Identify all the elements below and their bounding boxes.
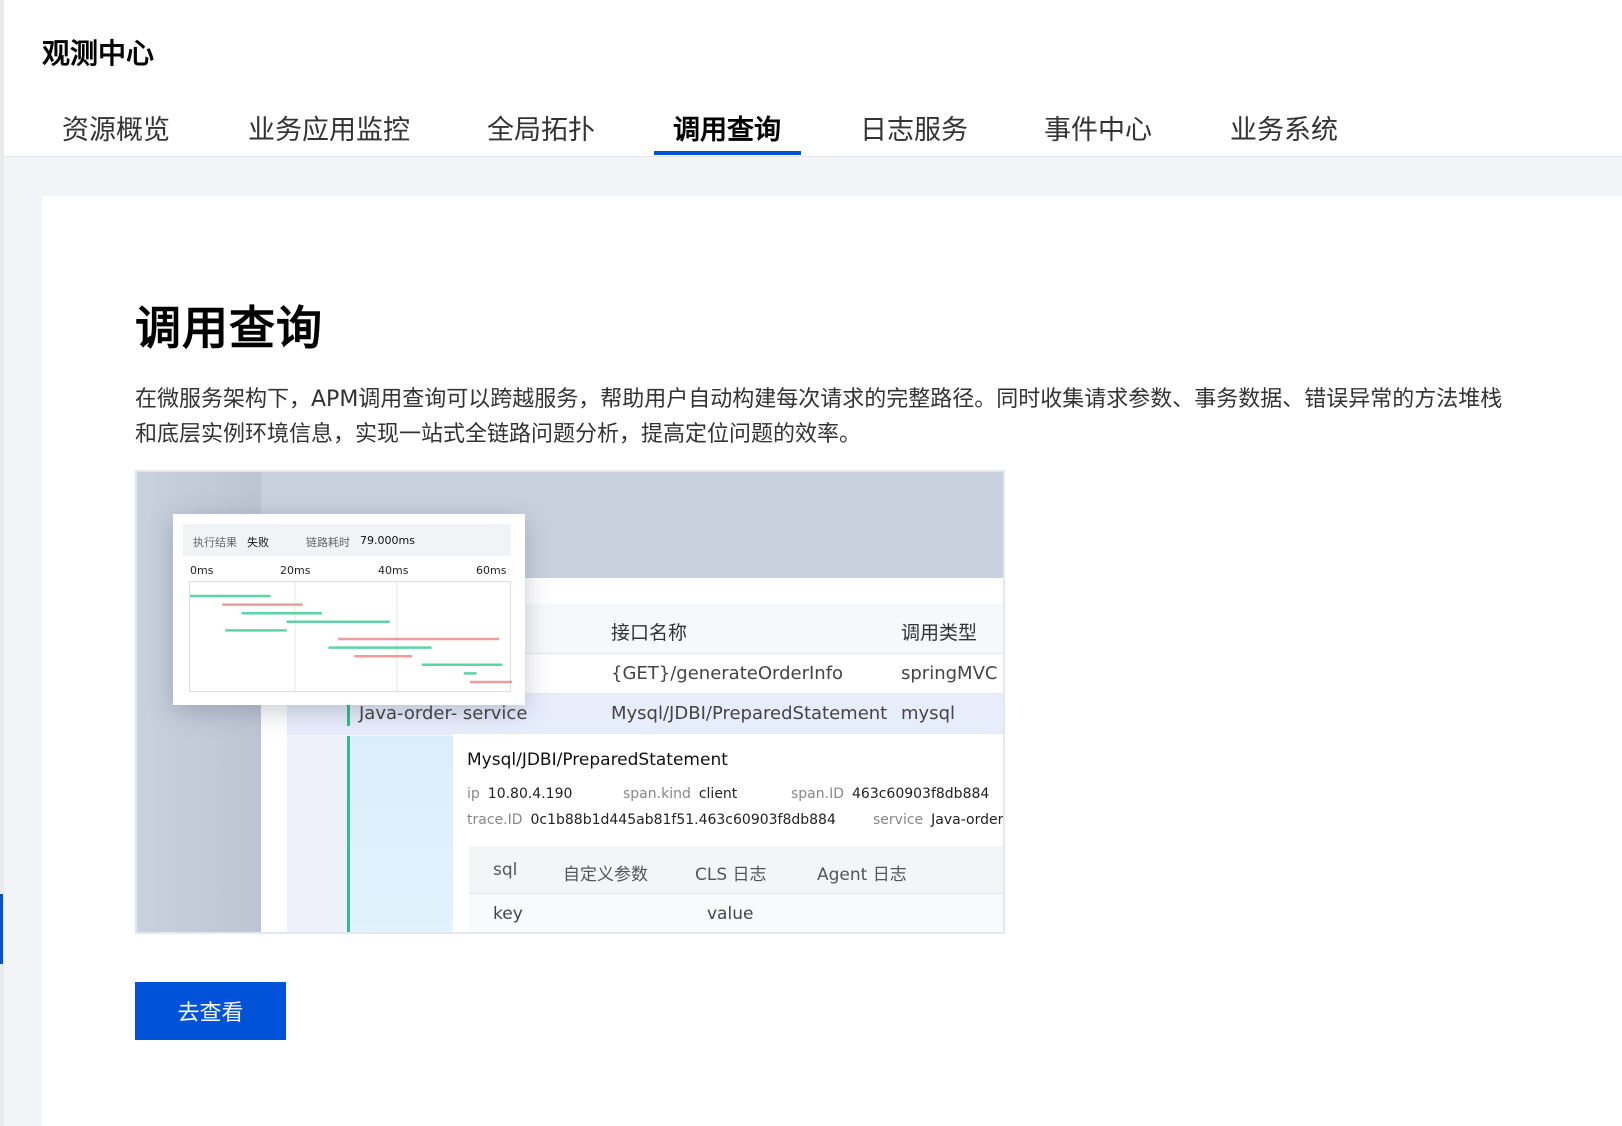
row-call-type: springMVC (901, 663, 998, 684)
app-title: 观测中心 (42, 37, 155, 70)
trace-summary-header: 执行结果 失败 链路耗时 79.000ms (183, 524, 511, 556)
page-description: 在微服务架构下，APM调用查询可以跨越服务，帮助用户自动构建每次请求的完整路径。… (135, 387, 1503, 447)
span-service: service Java-order (873, 812, 1004, 828)
go-view-button[interactable]: 去查看 (135, 982, 286, 1040)
col-call-type: 调用类型 (901, 622, 978, 644)
left-edge-marker (0, 894, 3, 964)
row-interface: Mysql/JDBI/PreparedStatement (611, 703, 888, 724)
duration-label: 链路耗时 (306, 536, 350, 549)
row-call-type: mysql (901, 703, 955, 724)
span-detail-title: Mysql/JDBI/PreparedStatement (467, 750, 728, 770)
tab-custom-params: 自定义参数 (563, 865, 648, 885)
trace-summary-popup: 执行结果 失败 链路耗时 79.000ms 0ms 20ms 40ms 60ms (173, 514, 525, 705)
col-interface-name: 接口名称 (611, 622, 688, 644)
span-tree-area (347, 736, 453, 932)
axis-label: 0ms (190, 564, 214, 577)
content-card: 调用查询 在微服务架构下，APM调用查询可以跨越服务，帮助用户自动构建每次请求的… (42, 196, 1622, 1126)
tab-trace-query[interactable]: 调用查询 (673, 108, 781, 147)
trace-row: {GET}/generateOrderInfo springMVC (451, 654, 1003, 694)
row-service: Java-order- service (359, 703, 528, 724)
result-label: 执行结果 (193, 536, 237, 549)
tab-log-service[interactable]: 日志服务 (860, 108, 968, 147)
tab-cls-log: CLS 日志 (695, 865, 767, 885)
kv-key-header: key (493, 904, 523, 924)
span-detail-tabs: sql 自定义参数 CLS 日志 Agent 日志 (469, 846, 1003, 894)
tab-agent-log: Agent 日志 (817, 865, 907, 885)
axis-label: 60ms (476, 564, 507, 577)
span-detail-panel: Mysql/JDBI/PreparedStatement ip 10.80.4.1… (453, 736, 1004, 932)
gantt-chart (189, 581, 512, 693)
axis-label: 20ms (280, 564, 311, 577)
span-tree-line (347, 736, 350, 932)
result-value: 失败 (247, 536, 269, 549)
tab-app-monitoring[interactable]: 业务应用监控 (248, 108, 410, 147)
kv-table-header: key value (469, 894, 1003, 932)
page-title: 调用查询 (135, 301, 323, 355)
duration-value: 79.000ms (360, 534, 415, 547)
tab-resource-overview[interactable]: 资源概览 (62, 108, 170, 147)
tab-bar: 资源概览 业务应用监控 全局拓扑 调用查询 日志服务 事件中心 业务系统 (4, 100, 1622, 157)
tab-event-center[interactable]: 事件中心 (1044, 108, 1152, 147)
tab-global-topology[interactable]: 全局拓扑 (487, 108, 595, 147)
kv-value-header: value (707, 904, 754, 924)
row-indent-line (347, 702, 350, 726)
span-ip: ip 10.80.4.190 (467, 786, 573, 802)
page-header: 观测中心 资源概览 业务应用监控 全局拓扑 调用查询 日志服务 事件中心 业务系… (4, 0, 1622, 157)
tab-business-system[interactable]: 业务系统 (1230, 108, 1338, 147)
span-id: span.ID 463c60903f8db884 (791, 786, 990, 802)
active-tab-indicator (654, 151, 801, 155)
gantt-svg (190, 582, 512, 693)
axis-label: 40ms (378, 564, 409, 577)
feature-illustration: 接口名称 调用类型 {GET}/generateOrderInfo spring… (135, 470, 1005, 934)
row-interface: {GET}/generateOrderInfo (611, 663, 844, 684)
trace-id: trace.ID 0c1b88b1d445ab81f51.463c60903f8d… (467, 812, 836, 828)
trace-table-header: 接口名称 调用类型 (451, 604, 1003, 654)
tab-sql: sql (493, 860, 518, 880)
span-kind: span.kind client (623, 786, 738, 802)
